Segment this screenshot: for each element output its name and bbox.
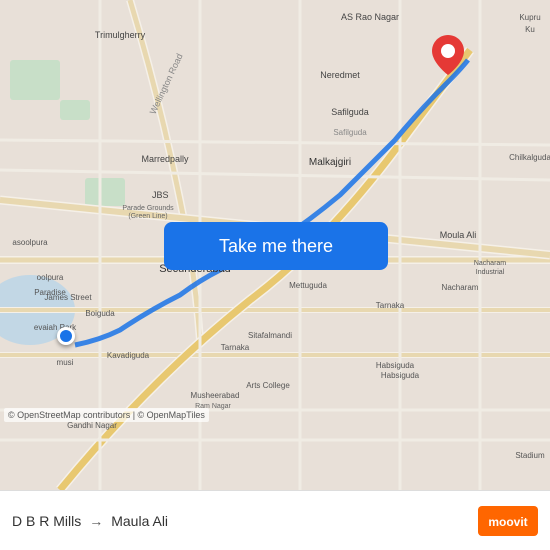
moovit-logo: moovit	[478, 506, 538, 536]
svg-text:Nacharam: Nacharam	[474, 260, 506, 267]
route-arrow-icon: →	[89, 513, 103, 529]
svg-text:Sitafalmandi: Sitafalmandi	[248, 331, 292, 340]
origin-label: D B R Mills	[12, 513, 81, 529]
destination-label: Maula Ali	[111, 513, 168, 529]
svg-text:(Green Line): (Green Line)	[128, 213, 167, 220]
svg-text:musi: musi	[57, 358, 74, 367]
svg-text:Gandhi Nagar: Gandhi Nagar	[67, 421, 117, 430]
route-info: D B R Mills → Maula Ali	[12, 513, 478, 529]
svg-text:AS Rao Nagar: AS Rao Nagar	[341, 12, 399, 22]
svg-text:Industrial: Industrial	[476, 269, 505, 276]
svg-text:Ku: Ku	[525, 25, 535, 34]
svg-text:Habsiguda: Habsiguda	[376, 361, 415, 370]
origin-marker	[57, 327, 75, 345]
svg-text:Kavadiguda: Kavadiguda	[107, 351, 150, 360]
svg-text:Musheerabad: Musheerabad	[191, 391, 240, 400]
svg-text:moovit: moovit	[488, 515, 527, 529]
svg-text:Trimulgherry: Trimulgherry	[95, 30, 146, 40]
svg-text:JBS: JBS	[152, 190, 169, 200]
moovit-logo-image: moovit	[478, 506, 538, 536]
map-attribution: © OpenStreetMap contributors | © OpenMap…	[4, 408, 209, 422]
destination-marker	[432, 35, 464, 80]
svg-text:Arts College: Arts College	[246, 381, 290, 390]
svg-text:Boiguda: Boiguda	[85, 309, 115, 318]
svg-text:oolpura: oolpura	[37, 273, 64, 282]
svg-text:Habsiguda: Habsiguda	[381, 371, 420, 380]
svg-text:Nacharam: Nacharam	[442, 283, 479, 292]
svg-text:Stadium: Stadium	[515, 451, 545, 460]
svg-text:Safilguda: Safilguda	[331, 107, 369, 117]
svg-text:Mettuguda: Mettuguda	[289, 281, 327, 290]
svg-text:asoolpura: asoolpura	[12, 238, 48, 247]
svg-text:James Street: James Street	[44, 293, 92, 302]
svg-text:Neredmet: Neredmet	[320, 70, 360, 80]
svg-text:Malkajgiri: Malkajgiri	[309, 157, 351, 168]
svg-text:Safilguda: Safilguda	[333, 128, 367, 137]
svg-text:Marredpally: Marredpally	[141, 154, 189, 164]
svg-text:Parade Grounds: Parade Grounds	[122, 205, 174, 212]
map-container: Wellington Road Trimulgherry AS Rao Naga…	[0, 0, 550, 490]
svg-text:Tarnaka: Tarnaka	[376, 301, 405, 310]
take-me-there-button[interactable]: Take me there	[164, 222, 388, 270]
svg-text:Chilkalguda: Chilkalguda	[509, 153, 550, 162]
bottom-bar: D B R Mills → Maula Ali moovit	[0, 490, 550, 550]
svg-text:Tarnaka: Tarnaka	[221, 343, 250, 352]
svg-text:Kupru: Kupru	[519, 13, 540, 22]
svg-text:Moula Ali: Moula Ali	[440, 230, 477, 240]
